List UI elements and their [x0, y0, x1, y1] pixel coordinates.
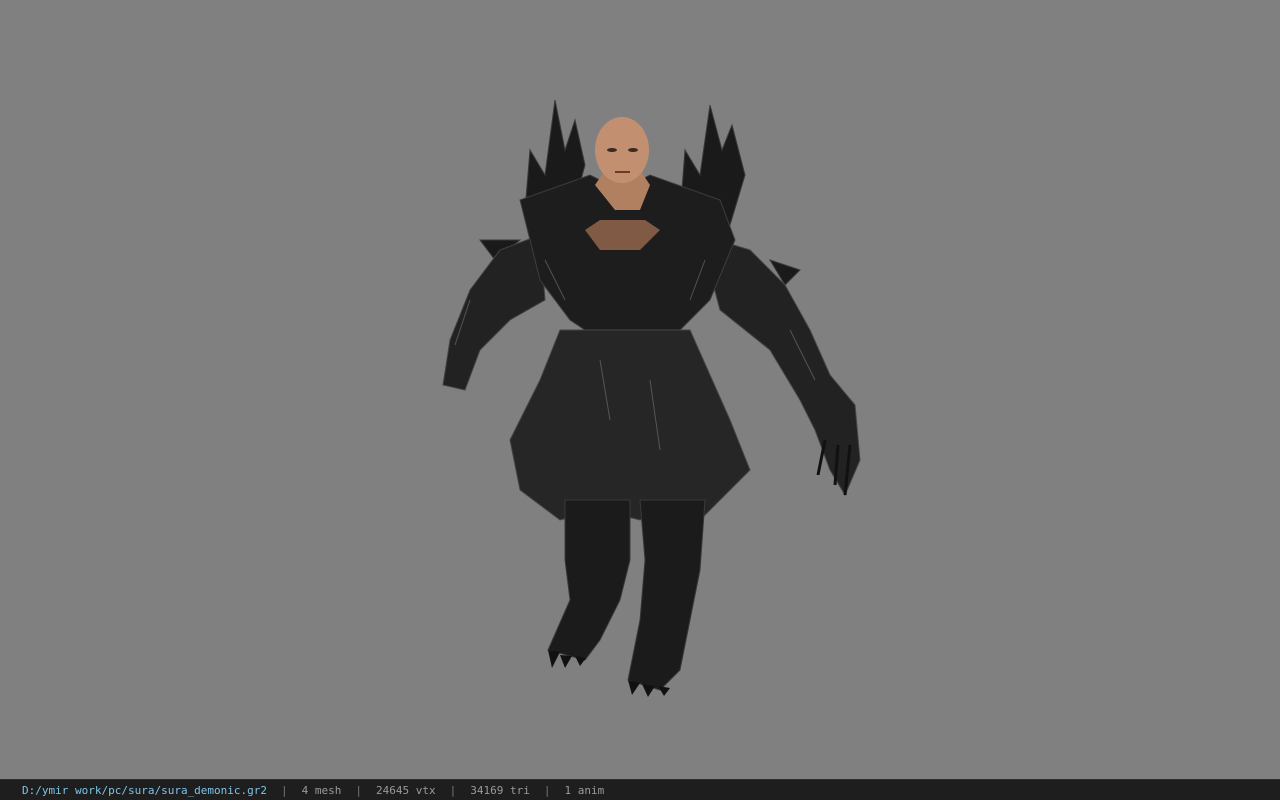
- character-model-icon: [442, 99, 861, 697]
- vertex-count: 24645 vtx: [376, 783, 436, 797]
- separator: |: [449, 783, 457, 797]
- mesh-count: 4 mesh: [301, 783, 342, 797]
- triangle-count: 34169 tri: [470, 783, 530, 797]
- 3d-viewport[interactable]: [0, 0, 1280, 779]
- separator: |: [543, 783, 551, 797]
- animation-count: 1 anim: [564, 783, 605, 797]
- separator: |: [281, 783, 288, 797]
- status-bar: D:/ymir work/pc/sura/sura_demonic.gr2 | …: [0, 779, 1280, 800]
- file-path: D:/ymir work/pc/sura/sura_demonic.gr2: [22, 783, 268, 797]
- separator: |: [355, 783, 363, 797]
